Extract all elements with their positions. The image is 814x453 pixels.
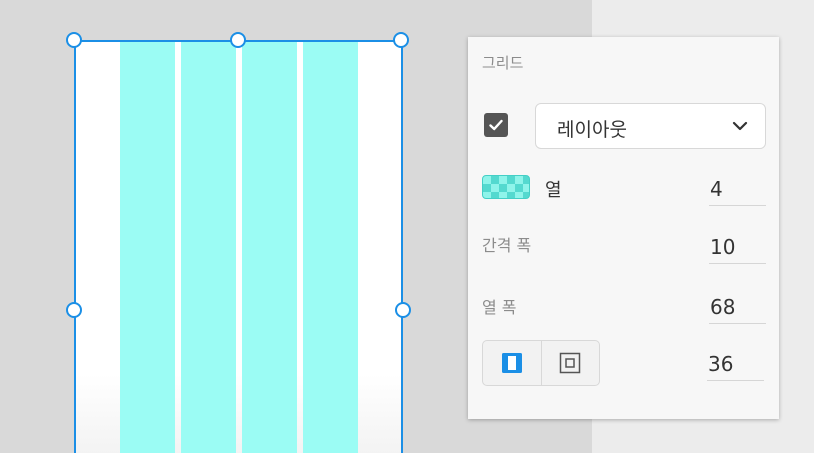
dropdown-selected-value: 레이아웃 — [557, 119, 627, 141]
grid-column — [242, 42, 297, 453]
grid-column — [120, 42, 175, 453]
gutter-width-label: 간격 폭 — [482, 236, 532, 255]
vertical-margins-icon — [501, 353, 522, 373]
artboard[interactable] — [74, 40, 403, 453]
resize-handle-top-left[interactable] — [66, 32, 82, 48]
resize-handle-middle-right[interactable] — [395, 302, 411, 318]
linked-margins-button[interactable] — [483, 341, 541, 385]
resize-handle-top-right[interactable] — [393, 32, 409, 48]
columns-label: 열 — [545, 180, 562, 201]
resize-handle-top-center[interactable] — [230, 32, 246, 48]
square-margins-icon — [560, 352, 581, 374]
column-width-input[interactable]: 68 — [709, 292, 766, 324]
layout-grid-checkbox[interactable] — [484, 113, 508, 137]
checkmark-icon — [489, 119, 503, 131]
grid-column — [181, 42, 236, 453]
all-margins-button[interactable] — [540, 341, 600, 385]
chevron-down-icon — [732, 121, 748, 131]
grid-column — [303, 42, 358, 453]
gutter-width-input[interactable]: 10 — [709, 232, 766, 264]
column-width-label: 열 폭 — [482, 298, 517, 317]
resize-handle-middle-left[interactable] — [66, 302, 82, 318]
columns-input[interactable]: 4 — [709, 174, 766, 206]
grid-settings-panel: 그리드 레이아웃 열 4 간격 폭 10 열 폭 68 36 — [468, 37, 779, 419]
panel-title: 그리드 — [482, 54, 524, 72]
grid-color-swatch[interactable] — [482, 175, 530, 199]
grid-type-dropdown[interactable]: 레이아웃 — [535, 103, 766, 149]
margin-mode-toggle — [482, 340, 600, 386]
margin-input[interactable]: 36 — [707, 349, 764, 381]
